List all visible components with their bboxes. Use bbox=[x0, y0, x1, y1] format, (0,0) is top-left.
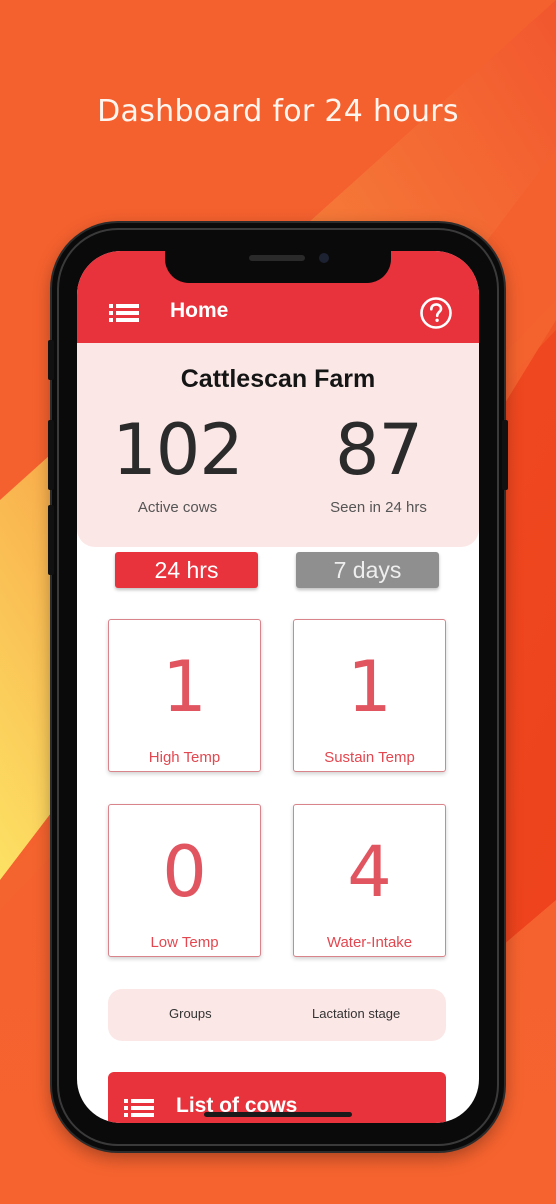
phone-side-button bbox=[48, 340, 54, 380]
hamburger-list-icon[interactable] bbox=[109, 303, 139, 323]
alert-value: 0 bbox=[162, 831, 207, 913]
page-title: Home bbox=[170, 299, 229, 322]
active-cows-label: Active cows bbox=[137, 499, 218, 516]
alert-label: Low Temp bbox=[150, 934, 219, 951]
phone-volume-up-button bbox=[48, 420, 54, 490]
alert-value: 4 bbox=[347, 831, 392, 913]
period-24hrs-button[interactable]: 24 hrs bbox=[115, 552, 258, 588]
alert-label: High Temp bbox=[148, 749, 221, 766]
alert-label: Sustain Temp bbox=[324, 749, 415, 766]
alert-value: 1 bbox=[162, 646, 207, 728]
seen-label: Seen in 24 hrs bbox=[330, 499, 427, 516]
seen-count: 87 bbox=[334, 409, 423, 491]
question-circle-icon[interactable] bbox=[419, 296, 453, 330]
phone-notch bbox=[165, 251, 391, 283]
app-screen: Home Cattlescan Farm 102 87 Active cows … bbox=[77, 251, 479, 1123]
phone-power-button bbox=[502, 420, 508, 490]
groups-filter-button[interactable]: Groups bbox=[169, 1006, 212, 1021]
lactation-stage-filter-button[interactable]: Lactation stage bbox=[312, 1006, 400, 1021]
active-cows-count: 102 bbox=[112, 409, 244, 491]
alert-label: Water-Intake bbox=[326, 934, 413, 951]
phone-volume-down-button bbox=[48, 505, 54, 575]
hamburger-list-icon bbox=[124, 1099, 154, 1117]
promo-title: Dashboard for 24 hours bbox=[97, 94, 459, 129]
farm-name: Cattlescan Farm bbox=[180, 365, 376, 393]
alert-card-low-temp[interactable]: 0 Low Temp bbox=[108, 804, 261, 957]
alert-value: 1 bbox=[347, 646, 392, 728]
alert-card-sustain-temp[interactable]: 1 Sustain Temp bbox=[293, 619, 446, 772]
period-7days-button[interactable]: 7 days bbox=[296, 552, 439, 588]
farm-summary-card: Cattlescan Farm 102 87 Active cows Seen … bbox=[77, 343, 479, 547]
home-indicator[interactable] bbox=[204, 1112, 352, 1117]
filter-bar: Groups Lactation stage bbox=[108, 989, 446, 1041]
alert-card-water-intake[interactable]: 4 Water-Intake bbox=[293, 804, 446, 957]
alert-card-high-temp[interactable]: 1 High Temp bbox=[108, 619, 261, 772]
